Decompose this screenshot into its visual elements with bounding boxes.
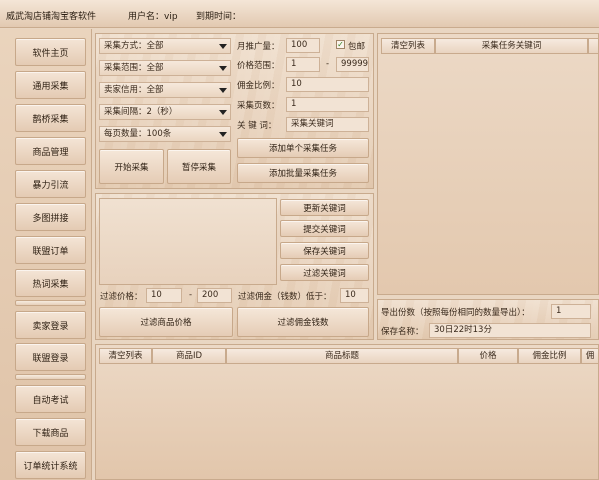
filter-commission-button[interactable]: 过滤佣金钱数 [237,307,369,337]
price-column-header[interactable]: 价格 [458,348,518,364]
keyword-field[interactable]: 采集关键词 [286,117,369,132]
app-title: 威武淘店铺淘宝客软件 [6,12,97,22]
product-id-column-header[interactable]: 商品ID [152,348,226,364]
sidebar-item-alliance-login[interactable]: 联盟登录 [15,343,86,371]
sidebar-item-product-manage[interactable]: 商品管理 [15,137,86,165]
keyword-textarea[interactable] [99,198,277,285]
start-collect-button[interactable]: 开始采集 [99,149,164,184]
commission-rate-column-header[interactable]: 佣金比例 [518,348,581,364]
commission-rate-label: 佣金比例： [237,81,280,91]
task-list-panel [377,33,599,295]
collect-pages-field[interactable]: 1 [286,97,369,112]
task-clear-button[interactable]: 清空列表 [381,38,435,54]
submit-keywords-button[interactable]: 提交关键词 [280,220,369,237]
add-batch-task-button[interactable]: 添加批量采集任务 [237,163,369,183]
sidebar-item-seller-login[interactable]: 卖家登录 [15,311,86,339]
sidebar-item-order-stats[interactable]: 订单统计系统 [15,451,86,479]
sidebar: 软件主页 通用采集 鹊桥采集 商品管理 暴力引流 多图拼接 联盟订单 热词采集 … [0,29,92,480]
sidebar-item-traffic[interactable]: 暴力引流 [15,170,86,198]
export-count-label: 导出份数（按照每份相同的数量导出）： [381,308,530,318]
product-title-column-header[interactable]: 商品标题 [226,348,458,364]
username-label: 用户名：vip [128,12,178,22]
filter-price-label: 过滤价格： [100,292,143,302]
filter-price-button[interactable]: 过滤商品价格 [99,307,233,337]
collect-method-select[interactable]: 采集方式：全部 [99,38,231,54]
free-shipping-label: 包邮 [348,42,366,52]
chevron-down-icon [219,66,227,71]
price-min-field[interactable]: 1 [286,57,320,72]
save-name-label: 保存名称： [381,327,424,337]
per-page-select[interactable]: 每页数量：100条 [99,126,231,142]
sidebar-item-queqiao-collect[interactable]: 鹊桥采集 [15,104,86,132]
sidebar-item-general-collect[interactable]: 通用采集 [15,71,86,99]
monthly-sales-field[interactable]: 100 [286,38,320,53]
filter-keywords-button[interactable]: 过滤关键词 [280,264,369,281]
price-range-label: 价格范围： [237,61,280,71]
sidebar-item-hotword-collect[interactable]: 热词采集 [15,269,86,297]
price-range-dash: - [326,59,330,69]
filter-price-max-field[interactable]: 200 [197,288,232,303]
monthly-sales-label: 月推广量： [237,42,280,52]
keyword-label: 关 键 词： [237,121,277,131]
task-extra-column-header [588,38,599,54]
seller-credit-select[interactable]: 卖家信用：全部 [99,82,231,98]
collect-interval-value: 采集间隔：2（秒） [104,107,178,117]
task-keyword-column-header[interactable]: 采集任务关键词 [435,38,588,54]
expiry-label: 到期时间： [196,12,242,22]
free-shipping-checkbox[interactable]: ✓ [336,40,345,49]
sidebar-item-home[interactable]: 软件主页 [15,38,86,66]
product-table [95,344,599,480]
sidebar-divider [15,374,86,380]
chevron-down-icon [219,88,227,93]
price-max-field[interactable]: 99999 [336,57,369,72]
filter-price-dash: - [189,290,193,300]
product-clear-button[interactable]: 清空列表 [99,348,152,364]
save-name-field[interactable]: 30日22时13分 [429,323,591,338]
filter-commission-label: 过滤佣金（钱数）低于： [238,292,332,302]
chevron-down-icon [219,110,227,115]
add-single-task-button[interactable]: 添加单个采集任务 [237,138,369,158]
sidebar-divider [15,300,86,306]
collect-range-select[interactable]: 采集范围：全部 [99,60,231,76]
collect-pages-label: 采集页数： [237,101,280,111]
commission-column-header[interactable]: 佣 [581,348,599,364]
save-keywords-button[interactable]: 保存关键词 [280,242,369,259]
sidebar-item-alliance-orders[interactable]: 联盟订单 [15,236,86,264]
export-count-field[interactable]: 1 [551,304,591,319]
update-keywords-button[interactable]: 更新关键词 [280,199,369,216]
collect-range-value: 采集范围：全部 [104,63,164,73]
filter-commission-field[interactable]: 10 [340,288,369,303]
pause-collect-button[interactable]: 暂停采集 [167,149,231,184]
collect-method-value: 采集方式：全部 [104,41,164,51]
per-page-value: 每页数量：100条 [104,129,172,139]
collect-interval-select[interactable]: 采集间隔：2（秒） [99,104,231,120]
sidebar-item-image-stitch[interactable]: 多图拼接 [15,203,86,231]
chevron-down-icon [219,132,227,137]
seller-credit-value: 卖家信用：全部 [104,85,164,95]
title-bar: 威武淘店铺淘宝客软件 用户名：vip 到期时间： [0,0,599,28]
chevron-down-icon [219,44,227,49]
commission-rate-field[interactable]: 10 [286,77,369,92]
sidebar-item-auto-exam[interactable]: 自动考试 [15,385,86,413]
sidebar-item-download-products[interactable]: 下载商品 [15,418,86,446]
filter-price-min-field[interactable]: 10 [146,288,182,303]
